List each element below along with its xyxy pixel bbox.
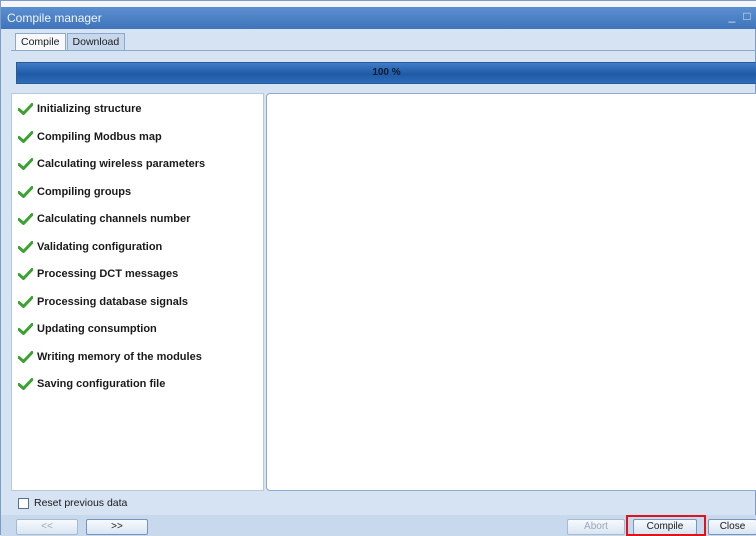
step-label: Initializing structure bbox=[37, 103, 142, 115]
checkmark-icon bbox=[18, 323, 33, 335]
step-item: Saving configuration file bbox=[18, 375, 165, 393]
checkmark-icon bbox=[18, 185, 33, 198]
step-label: Processing DCT messages bbox=[37, 268, 179, 280]
reset-previous-data-label: Reset previous data bbox=[34, 497, 128, 509]
step-item: Compiling groups bbox=[18, 183, 131, 201]
prev-button[interactable]: << bbox=[16, 519, 78, 535]
step-item: Processing database signals bbox=[18, 293, 188, 311]
step-item: Validating configuration bbox=[18, 238, 162, 256]
step-item: Calculating channels number bbox=[18, 210, 190, 228]
step-label: Saving configuration file bbox=[37, 378, 166, 390]
close-button[interactable]: Close bbox=[708, 519, 756, 535]
checkmark-icon bbox=[18, 350, 33, 363]
step-label: Calculating channels number bbox=[37, 213, 191, 225]
step-label: Compiling Modbus map bbox=[37, 130, 162, 143]
step-label: Validating configuration bbox=[37, 240, 163, 253]
window-title: Compile manager bbox=[7, 11, 102, 25]
checkmark-icon bbox=[18, 103, 33, 115]
compile-highlight-box bbox=[626, 515, 706, 536]
step-label: Writing memory of the modules bbox=[37, 350, 202, 363]
tab-divider bbox=[11, 50, 756, 51]
steps-panel: Initializing structure Compiling Modbus m… bbox=[11, 93, 264, 491]
checkmark-icon bbox=[18, 240, 33, 253]
step-item: Writing memory of the modules bbox=[18, 348, 202, 366]
abort-button[interactable]: Abort bbox=[567, 519, 625, 535]
maximize-icon[interactable]: □ bbox=[740, 9, 754, 25]
checkmark-icon bbox=[18, 213, 33, 225]
step-label: Updating consumption bbox=[37, 323, 157, 335]
tab-strip: Compile Download bbox=[15, 33, 126, 51]
step-item: Processing DCT messages bbox=[18, 265, 178, 283]
step-item: Compiling Modbus map bbox=[18, 128, 162, 146]
checkmark-icon bbox=[18, 158, 33, 170]
next-button[interactable]: >> bbox=[86, 519, 148, 535]
tab-compile[interactable]: Compile bbox=[15, 33, 66, 51]
checkmark-icon bbox=[18, 130, 33, 143]
options-bar: Reset previous data bbox=[11, 492, 756, 514]
checkmark-icon bbox=[18, 295, 33, 308]
progress-bar: 100 % bbox=[16, 62, 756, 84]
compile-manager-window: Compile manager _ □ Compile Download 100… bbox=[0, 0, 756, 536]
checkmark-icon bbox=[18, 268, 33, 280]
minimize-icon[interactable]: _ bbox=[725, 9, 739, 25]
title-bar: Compile manager _ □ bbox=[1, 7, 756, 29]
step-item: Updating consumption bbox=[18, 320, 157, 338]
progress-label: 100 % bbox=[372, 67, 401, 78]
reset-previous-data-checkbox[interactable] bbox=[18, 497, 29, 509]
tab-download[interactable]: Download bbox=[66, 33, 126, 50]
step-label: Compiling groups bbox=[37, 185, 132, 198]
output-panel bbox=[266, 93, 756, 491]
step-item: Calculating wireless parameters bbox=[18, 155, 205, 173]
checkmark-icon bbox=[18, 378, 33, 390]
step-label: Processing database signals bbox=[37, 295, 189, 308]
step-label: Calculating wireless parameters bbox=[37, 158, 206, 170]
step-item: Initializing structure bbox=[18, 100, 142, 118]
